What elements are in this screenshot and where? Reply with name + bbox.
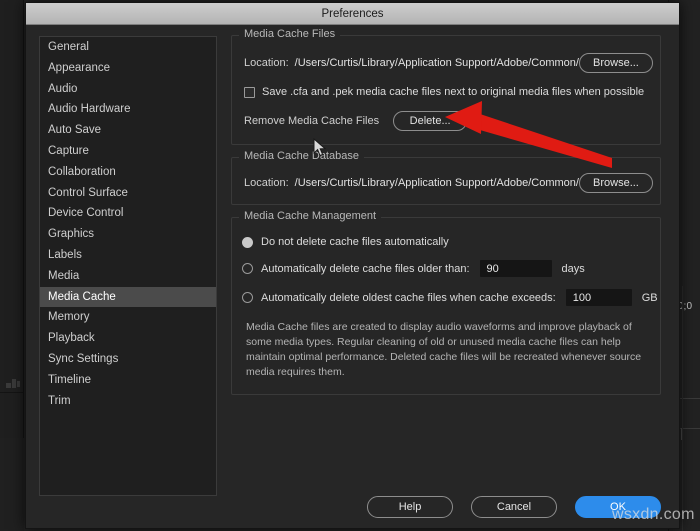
help-button[interactable]: Help (367, 496, 453, 518)
sidebar-item-sync-settings[interactable]: Sync Settings (40, 349, 216, 370)
option-do-not-delete-label: Do not delete cache files automatically (261, 236, 449, 248)
save-next-to-original-label: Save .cfa and .pek media cache files nex… (262, 86, 645, 98)
dialog-body: General Appearance Audio Audio Hardware … (26, 25, 679, 528)
app-lower-left-panel (0, 438, 24, 531)
sidebar-item-general[interactable]: General (40, 37, 216, 58)
sidebar-item-graphics[interactable]: Graphics (40, 224, 216, 245)
sidebar-item-capture[interactable]: Capture (40, 141, 216, 162)
dialog-title: Preferences (321, 7, 384, 20)
sidebar-item-auto-save[interactable]: Auto Save (40, 120, 216, 141)
media-cache-database-path: /Users/Curtis/Library/Application Suppor… (294, 177, 579, 189)
cache-age-unit-label: days (561, 262, 585, 275)
sidebar-item-audio-hardware[interactable]: Audio Hardware (40, 99, 216, 120)
option-do-not-delete-radio[interactable] (242, 236, 253, 248)
media-cache-files-group: Media Cache Files Location: /Users/Curti… (231, 28, 661, 145)
remove-media-cache-files-label: Remove Media Cache Files (244, 115, 380, 127)
media-cache-database-location-row: Location: /Users/Curtis/Library/Applicat… (244, 172, 653, 194)
panel-icon (6, 378, 20, 390)
dialog-footer: Help Cancel OK (26, 496, 679, 518)
media-cache-files-browse-button[interactable]: Browse... (578, 53, 653, 73)
option-delete-when-exceeds-label: Automatically delete oldest cache files … (261, 291, 556, 304)
cache-size-limit-input[interactable] (565, 289, 632, 306)
cancel-button[interactable]: Cancel (471, 496, 557, 518)
remove-media-cache-files-row: Remove Media Cache Files Delete... (244, 110, 648, 132)
ok-button[interactable]: OK (575, 496, 661, 518)
preferences-content: Media Cache Files Location: /Users/Curti… (231, 28, 661, 407)
media-cache-database-legend: Media Cache Database (239, 150, 364, 162)
sidebar-item-media[interactable]: Media (40, 266, 216, 287)
media-cache-files-location-row: Location: /Users/Curtis/Library/Applicat… (244, 52, 653, 74)
panel-divider (0, 392, 24, 393)
sidebar-item-timeline[interactable]: Timeline (40, 370, 216, 391)
save-next-to-original-checkbox[interactable] (244, 86, 255, 98)
media-cache-files-path: /Users/Curtis/Library/Application Suppor… (294, 57, 579, 69)
sidebar-item-labels[interactable]: Labels (40, 245, 216, 266)
location-label: Location: (244, 177, 289, 189)
media-cache-management-legend: Media Cache Management (239, 210, 382, 222)
sidebar-item-playback[interactable]: Playback (40, 328, 216, 349)
screen: 00;0 Preferences General Appearance Audi… (0, 0, 700, 531)
option-delete-older-than-label: Automatically delete cache files older t… (261, 262, 470, 275)
preferences-category-list[interactable]: General Appearance Audio Audio Hardware … (39, 36, 217, 496)
sidebar-item-device-control[interactable]: Device Control (40, 203, 216, 224)
sidebar-item-media-cache[interactable]: Media Cache (40, 286, 216, 308)
option-delete-older-than-row[interactable]: Automatically delete cache files older t… (242, 260, 650, 277)
sidebar-item-audio[interactable]: Audio (40, 79, 216, 100)
sidebar-item-collaboration[interactable]: Collaboration (40, 162, 216, 183)
option-do-not-delete-row[interactable]: Do not delete cache files automatically (242, 236, 650, 248)
save-next-to-original-row[interactable]: Save .cfa and .pek media cache files nex… (244, 86, 648, 98)
media-cache-files-legend: Media Cache Files (239, 28, 341, 40)
sidebar-item-appearance[interactable]: Appearance (40, 58, 216, 79)
media-cache-description: Media Cache files are created to display… (246, 321, 642, 378)
preferences-dialog: Preferences General Appearance Audio Aud… (25, 2, 680, 529)
media-cache-management-group: Media Cache Management Do not delete cac… (231, 210, 661, 395)
sidebar-item-memory[interactable]: Memory (40, 307, 216, 328)
option-delete-older-than-radio[interactable] (242, 263, 253, 274)
media-cache-database-browse-button[interactable]: Browse... (578, 173, 653, 193)
delete-media-cache-button[interactable]: Delete... (393, 111, 468, 131)
sidebar-item-trim[interactable]: Trim (40, 391, 216, 412)
dialog-titlebar: Preferences (26, 3, 679, 25)
cache-age-days-input[interactable] (479, 260, 552, 277)
cache-size-unit-label: GB (641, 291, 658, 304)
option-delete-when-exceeds-row[interactable]: Automatically delete oldest cache files … (242, 289, 658, 306)
panel-split-line (682, 286, 683, 531)
location-label: Location: (244, 57, 289, 69)
sidebar-item-control-surface[interactable]: Control Surface (40, 183, 216, 204)
option-delete-when-exceeds-radio[interactable] (242, 292, 253, 303)
media-cache-database-group: Media Cache Database Location: /Users/Cu… (231, 150, 661, 205)
